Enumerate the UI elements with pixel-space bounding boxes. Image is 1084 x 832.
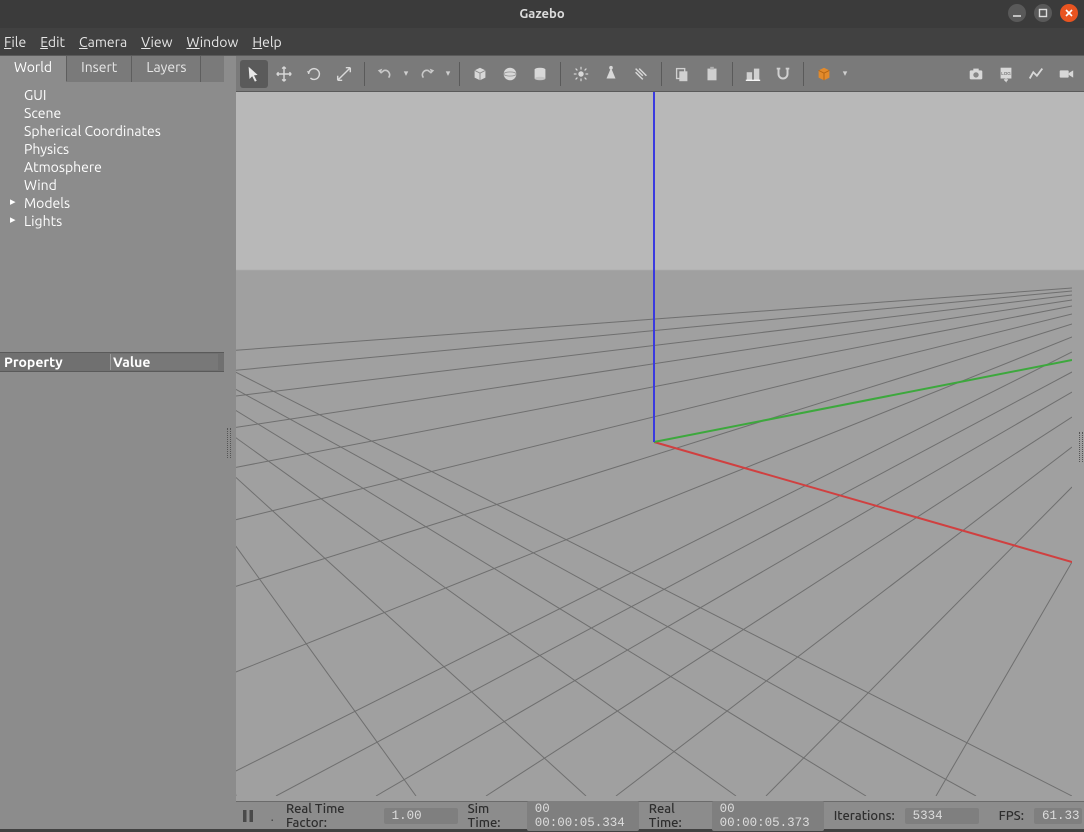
- plot-button[interactable]: [1022, 60, 1050, 88]
- undo-icon: [376, 65, 394, 83]
- undo-dropdown[interactable]: [401, 68, 411, 79]
- align-icon: [744, 65, 762, 83]
- menubar: File Edit Camera View Window Help: [0, 28, 1084, 56]
- fps-label: FPS:: [999, 809, 1024, 823]
- insert-box-button[interactable]: [466, 60, 494, 88]
- iterations-label: Iterations:: [834, 809, 895, 823]
- sim-time-value: 00 00:00:05.334: [527, 801, 639, 831]
- plot-icon: [1027, 65, 1045, 83]
- menu-file[interactable]: File: [4, 34, 26, 50]
- redo-button[interactable]: [413, 60, 441, 88]
- left-panel-tabs: World Insert Layers: [0, 56, 224, 82]
- tree-item-spherical[interactable]: Spherical Coordinates: [0, 122, 224, 140]
- pause-button[interactable]: [238, 805, 258, 827]
- translate-tool[interactable]: [270, 60, 298, 88]
- tree-item-atmosphere[interactable]: Atmosphere: [0, 158, 224, 176]
- close-button[interactable]: [1060, 4, 1078, 22]
- main-toolbar: LOG: [236, 56, 1084, 92]
- log-button[interactable]: LOG: [992, 60, 1020, 88]
- log-icon: LOG: [997, 65, 1015, 83]
- panel-splitter[interactable]: [224, 56, 236, 829]
- tree-item-models[interactable]: Models: [0, 194, 224, 212]
- redo-icon: [418, 65, 436, 83]
- col-value: Value: [110, 354, 218, 370]
- real-time-label: Real Time:: [649, 802, 702, 830]
- maximize-button[interactable]: [1034, 4, 1052, 22]
- col-property: Property: [0, 354, 110, 370]
- undo-button[interactable]: [371, 60, 399, 88]
- titlebar: Gazebo: [0, 0, 1084, 28]
- point-light-icon: [572, 65, 590, 83]
- select-tool[interactable]: [240, 60, 268, 88]
- rotate-icon: [305, 65, 323, 83]
- tab-world[interactable]: World: [0, 56, 67, 82]
- menu-edit[interactable]: Edit: [40, 34, 65, 50]
- view-angle-icon: [815, 65, 833, 83]
- box-icon: [471, 65, 489, 83]
- spot-light-icon: [602, 65, 620, 83]
- property-table-header: Property Value: [0, 352, 224, 372]
- record-button[interactable]: [1052, 60, 1080, 88]
- record-icon: [1057, 65, 1075, 83]
- align-button[interactable]: [739, 60, 767, 88]
- directional-light-button[interactable]: [627, 60, 655, 88]
- view-angle-dropdown[interactable]: [840, 68, 850, 79]
- spot-light-button[interactable]: [597, 60, 625, 88]
- screenshot-button[interactable]: [962, 60, 990, 88]
- status-bar: . Real Time Factor: 1.00 Sim Time: 00 00…: [236, 801, 1084, 829]
- snap-button[interactable]: [769, 60, 797, 88]
- tree-item-gui[interactable]: GUI: [0, 86, 224, 104]
- rtf-label: Real Time Factor:: [286, 802, 374, 830]
- tree-item-lights[interactable]: Lights: [0, 212, 224, 230]
- tab-layers[interactable]: Layers: [132, 56, 201, 82]
- directional-light-icon: [632, 65, 650, 83]
- copy-icon: [673, 65, 691, 83]
- step-button[interactable]: .: [268, 808, 275, 824]
- redo-dropdown[interactable]: [443, 68, 453, 79]
- viewport-canvas: [236, 92, 1072, 796]
- snap-icon: [774, 65, 792, 83]
- menu-window[interactable]: Window: [186, 34, 238, 50]
- sphere-icon: [501, 65, 519, 83]
- axis-x: [654, 442, 1072, 562]
- 3d-viewport[interactable]: [236, 92, 1084, 801]
- select-arrow-icon: [245, 65, 263, 83]
- scale-tool[interactable]: [330, 60, 358, 88]
- window-controls: [1008, 4, 1078, 22]
- screenshot-icon: [967, 65, 985, 83]
- main-area: World Insert Layers GUI Scene Spherical …: [0, 56, 1084, 829]
- svg-text:LOG: LOG: [1001, 70, 1011, 75]
- insert-sphere-button[interactable]: [496, 60, 524, 88]
- scale-icon: [335, 65, 353, 83]
- menu-view[interactable]: View: [141, 34, 172, 50]
- paste-button[interactable]: [698, 60, 726, 88]
- insert-cylinder-button[interactable]: [526, 60, 554, 88]
- property-table-body: [0, 372, 224, 829]
- right-dock-handle[interactable]: [1078, 432, 1084, 462]
- fps-value: 61.33: [1034, 808, 1082, 824]
- pause-icon: [241, 809, 255, 823]
- tab-insert[interactable]: Insert: [67, 56, 132, 82]
- point-light-button[interactable]: [567, 60, 595, 88]
- copy-button[interactable]: [668, 60, 696, 88]
- sim-time-label: Sim Time:: [468, 802, 517, 830]
- iterations-value: 5334: [905, 808, 979, 824]
- rtf-value: 1.00: [384, 808, 458, 824]
- tree-item-physics[interactable]: Physics: [0, 140, 224, 158]
- window-title: Gazebo: [0, 7, 1084, 21]
- tree-item-scene[interactable]: Scene: [0, 104, 224, 122]
- real-time-value: 00 00:00:05.373: [712, 801, 824, 831]
- menu-camera[interactable]: Camera: [79, 34, 127, 50]
- paste-icon: [703, 65, 721, 83]
- left-panel: World Insert Layers GUI Scene Spherical …: [0, 56, 224, 829]
- menu-help[interactable]: Help: [252, 34, 281, 50]
- move-icon: [275, 65, 293, 83]
- rotate-tool[interactable]: [300, 60, 328, 88]
- minimize-button[interactable]: [1008, 4, 1026, 22]
- cylinder-icon: [531, 65, 549, 83]
- view-angle-button[interactable]: [810, 60, 838, 88]
- right-panel: LOG: [236, 56, 1084, 829]
- tree-item-wind[interactable]: Wind: [0, 176, 224, 194]
- world-tree[interactable]: GUI Scene Spherical Coordinates Physics …: [0, 82, 224, 312]
